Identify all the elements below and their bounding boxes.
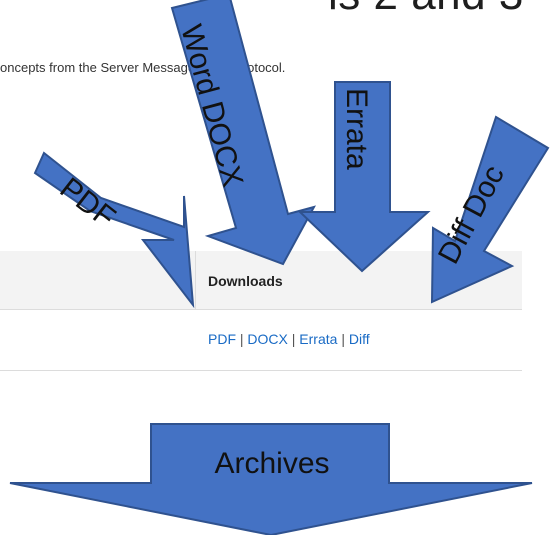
diff-doc-callout-arrow: Diff Doc [430, 115, 550, 304]
archives-callout-arrow: Archives [9, 423, 533, 535]
pdf-arrow-shape [33, 151, 195, 309]
pdf-callout-arrow: PDF [33, 151, 195, 309]
errata-callout-label: Errata [340, 88, 373, 170]
word-docx-callout-arrow: Word DOCX [170, 0, 316, 266]
annotation-callouts: PDF Word DOCX Errata Diff Doc Archives [9, 0, 550, 535]
archives-callout-label: Archives [214, 447, 329, 480]
errata-callout-arrow: Errata [297, 81, 431, 273]
